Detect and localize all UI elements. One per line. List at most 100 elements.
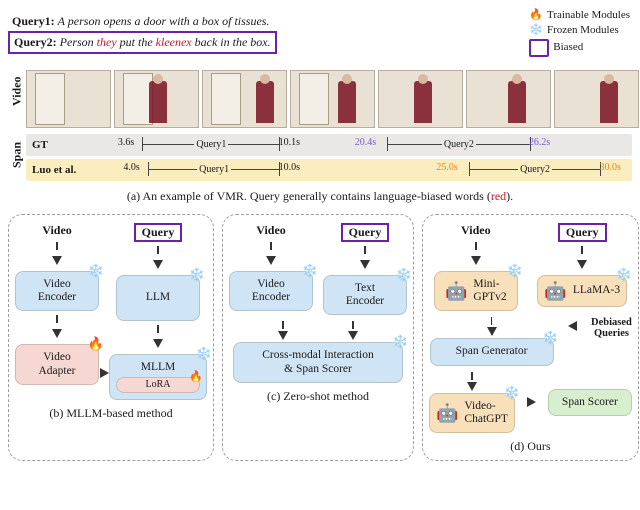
box-video-encoder: ❄️ Video Encoder (229, 271, 313, 311)
box-cmi-span: ❄️ Cross-modal Interaction & Span Scorer (233, 342, 404, 382)
d-col-query: Query ❄️ 🤖 LLaMA-3 (537, 223, 627, 307)
luo-row: Luo et al. 4.0s Query1 10.0s 25.0s Query… (26, 159, 632, 181)
legend-trainable-label: Trainable Modules (547, 8, 630, 23)
fire-icon: 🔥 (189, 372, 203, 383)
span-side-label: Span (8, 128, 26, 181)
label-video: Video (42, 223, 72, 238)
legend-frozen: ❄️ Frozen Modules (529, 23, 630, 38)
box-text-encoder: ❄️ Text Encoder (323, 275, 407, 315)
snow-icon: ❄️ (542, 331, 558, 344)
label-query: Query (134, 223, 183, 242)
gt-q2-start: 20.4s (355, 137, 376, 148)
robot-icon: 🤖 (445, 282, 467, 300)
label-video: Video (461, 223, 491, 238)
caption-b: (b) MLLM-based method (15, 406, 207, 421)
arrow-down-icon (153, 339, 163, 348)
query2-text: Person they put the kleenex back in the … (60, 35, 271, 49)
b-col-video: Video ❄️ Video Encoder 🔥 Video Adapter (15, 223, 99, 385)
legend: 🔥 Trainable Modules ❄️ Frozen Modules Bi… (529, 8, 630, 57)
arrow-down-icon (278, 331, 288, 340)
gt-q1-end: 10.1s (279, 137, 300, 148)
box-span-generator: ❄️ Span Generator (430, 338, 554, 365)
fire-icon: 🔥 (529, 8, 543, 23)
snow-icon: ❄️ (196, 347, 212, 360)
snow-icon: ❄️ (392, 335, 408, 348)
luo-timeline: 4.0s Query1 10.0s 25.0s Query2 30.0s (88, 159, 632, 181)
frame (466, 70, 551, 128)
arrow-left-icon (568, 321, 577, 331)
gt-row: GT 3.6s Query1 10.1s 20.4s Query2 26.2s (26, 134, 632, 156)
query1: Query1: A person opens a door with a box… (8, 12, 428, 31)
legend-biased: Biased (529, 39, 630, 57)
snow-icon: ❄️ (507, 264, 523, 277)
legend-biased-label: Biased (553, 40, 583, 55)
arrow-down-icon (467, 382, 477, 391)
gt-q1-seg: Query1 (142, 137, 280, 151)
arrow-down-icon (52, 329, 62, 338)
c-col-video: Video ❄️ Video Encoder (229, 223, 313, 311)
frame (554, 70, 639, 128)
panels: Video ❄️ Video Encoder 🔥 Video Adapter Q… (8, 214, 632, 461)
label-query: Query (558, 223, 607, 242)
d-col-video: Video ❄️ 🤖 Mini- GPTv2 (434, 223, 518, 311)
arrow-right-icon (100, 368, 109, 378)
snow-icon: ❄️ (529, 23, 543, 38)
label-query: Query (341, 223, 390, 242)
luo-q2-start: 25.0s (436, 162, 457, 173)
frame (26, 70, 111, 128)
frame (114, 70, 199, 128)
frame (290, 70, 375, 128)
arrow-down-icon (153, 260, 163, 269)
c-col-query: Query ❄️ Text Encoder (323, 223, 407, 315)
frame (202, 70, 287, 128)
snow-icon: ❄️ (396, 268, 412, 281)
query2-label: Query2: (14, 35, 57, 49)
video-side-label: Video (8, 54, 26, 128)
box-llm: ❄️ LLM (116, 275, 200, 321)
box-video-encoder: ❄️ Video Encoder (15, 271, 99, 311)
snow-icon: ❄️ (88, 264, 104, 277)
arrow-down-icon (266, 256, 276, 265)
gt-q2-seg: Query2 (387, 137, 530, 151)
label-video: Video (256, 223, 286, 238)
gt-q2-end: 26.2s (529, 137, 550, 148)
arrow-down-icon (577, 260, 587, 269)
box-llama: ❄️ 🤖 LLaMA-3 (537, 275, 627, 307)
snow-icon: ❄️ (616, 268, 632, 281)
caption-d: (d) Ours (429, 439, 632, 454)
panel-b: Video ❄️ Video Encoder 🔥 Video Adapter Q… (8, 214, 214, 461)
panel-c: Video ❄️ Video Encoder Query ❄️ Text Enc… (222, 214, 414, 461)
arrow-down-icon (487, 327, 497, 336)
arrow-down-icon (52, 256, 62, 265)
fire-icon: 🔥 (88, 337, 104, 350)
robot-icon: 🤖 (436, 404, 458, 422)
bias-chip-icon (529, 39, 549, 57)
box-video-chatgpt: ❄️ 🤖 Video- ChatGPT (429, 393, 515, 433)
snow-icon: ❄️ (302, 264, 318, 277)
snow-icon: ❄️ (189, 268, 205, 281)
gt-q1-start: 3.6s (118, 137, 134, 148)
span-area: GT 3.6s Query1 10.1s 20.4s Query2 26.2s … (26, 134, 632, 181)
gt-label: GT (26, 139, 88, 151)
query1-text: A person opens a door with a box of tiss… (58, 14, 270, 28)
frame (378, 70, 463, 128)
luo-q1-seg: Query1 (148, 162, 281, 176)
luo-q2-end: 30.0s (600, 162, 621, 173)
arrow-right-icon (527, 397, 536, 407)
gt-timeline: 3.6s Query1 10.1s 20.4s Query2 26.2s (88, 134, 632, 156)
legend-frozen-label: Frozen Modules (547, 23, 619, 38)
panel-d: Video ❄️ 🤖 Mini- GPTv2 Query ❄️ 🤖 LLaMA-… (422, 214, 639, 461)
arrow-down-icon (348, 331, 358, 340)
box-video-adapter: 🔥 Video Adapter (15, 344, 99, 384)
query2: Query2: Person they put the kleenex back… (8, 31, 277, 54)
box-span-scorer: Span Scorer (548, 389, 632, 416)
snow-icon: ❄️ (504, 386, 520, 399)
video-frames (26, 70, 639, 128)
luo-q1-start: 4.0s (123, 162, 139, 173)
arrow-down-icon (360, 260, 370, 269)
box-lora: LoRA 🔥 (116, 377, 200, 393)
queries-block: Query1: A person opens a door with a box… (8, 12, 428, 54)
arrow-down-icon (471, 256, 481, 265)
luo-q2-seg: Query2 (469, 162, 602, 176)
caption-a: (a) An example of VMR. Query generally c… (8, 189, 632, 204)
